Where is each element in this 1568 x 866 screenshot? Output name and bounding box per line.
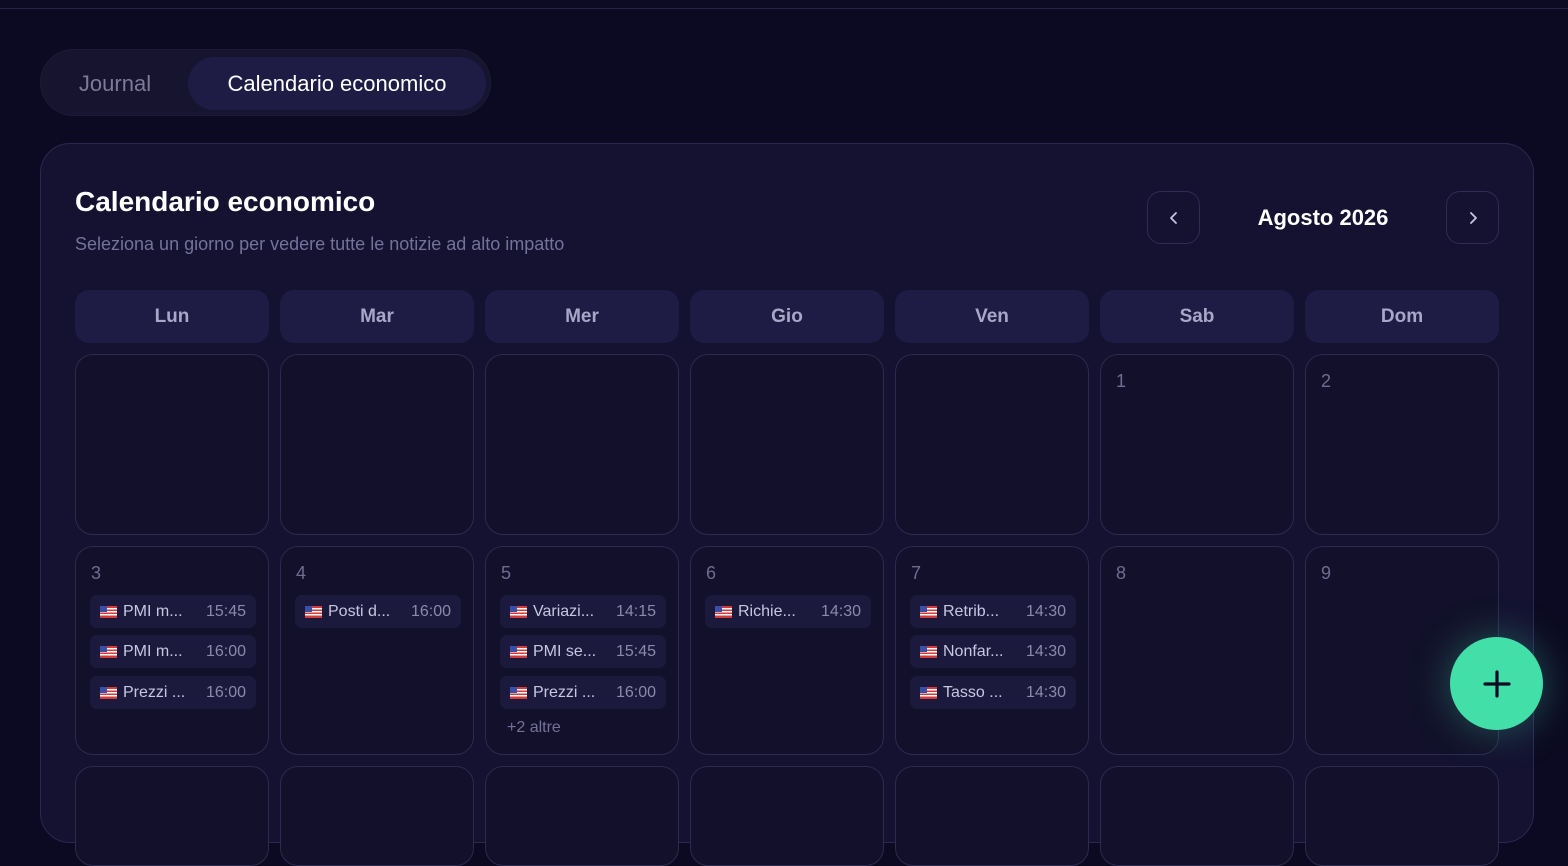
event-name: Posti d... bbox=[328, 603, 391, 620]
event-item[interactable]: Prezzi ... 16:00 bbox=[500, 676, 666, 709]
day-cell-empty bbox=[485, 354, 679, 535]
event-time: 16:00 bbox=[615, 684, 656, 701]
day-cell[interactable] bbox=[1100, 766, 1294, 866]
day-cell-6[interactable]: 6 Richie... 14:30 bbox=[690, 546, 884, 755]
us-flag-icon bbox=[920, 686, 937, 699]
day-cell-1[interactable]: 1 bbox=[1100, 354, 1294, 535]
day-cell-empty bbox=[280, 354, 474, 535]
event-item[interactable]: Posti d... 16:00 bbox=[295, 595, 461, 628]
view-tabs: Journal Calendario economico bbox=[40, 49, 491, 116]
day-number: 3 bbox=[91, 563, 102, 583]
us-flag-icon bbox=[510, 645, 527, 658]
day-cell[interactable] bbox=[485, 766, 679, 866]
day-cell-2[interactable]: 2 bbox=[1305, 354, 1499, 535]
event-name: Variazi... bbox=[533, 603, 595, 620]
us-flag-icon bbox=[510, 686, 527, 699]
chevron-left-icon bbox=[1169, 211, 1177, 224]
event-time: 14:30 bbox=[820, 603, 861, 620]
us-flag-icon bbox=[305, 605, 322, 618]
event-name: Nonfar... bbox=[943, 643, 1004, 660]
event-item[interactable]: Nonfar... 14:30 bbox=[910, 635, 1076, 668]
us-flag-icon bbox=[100, 645, 117, 658]
us-flag-icon bbox=[920, 605, 937, 618]
event-time: 16:00 bbox=[205, 684, 246, 701]
day-cell[interactable] bbox=[280, 766, 474, 866]
day-cell-7[interactable]: 7 Retrib... 14:30 Nonfar... 14:30 Tasso … bbox=[895, 546, 1089, 755]
event-time: 15:45 bbox=[615, 643, 656, 660]
card-title: Calendario economico bbox=[75, 186, 376, 217]
month-label: Agosto 2026 bbox=[1257, 205, 1389, 230]
tab-calendario-economico[interactable]: Calendario economico bbox=[188, 57, 486, 110]
us-flag-icon bbox=[715, 605, 732, 618]
event-item[interactable]: PMI se... 15:45 bbox=[500, 635, 666, 668]
day-cell-empty bbox=[895, 354, 1089, 535]
top-divider bbox=[0, 0, 1568, 9]
event-item[interactable]: Tasso ... 14:30 bbox=[910, 676, 1076, 709]
event-name: PMI m... bbox=[123, 603, 183, 620]
day-cell-3[interactable]: 3 PMI m... 15:45 PMI m... 16:00 Prezzi .… bbox=[75, 546, 269, 755]
day-number: 7 bbox=[911, 563, 922, 583]
event-item[interactable]: Retrib... 14:30 bbox=[910, 595, 1076, 628]
day-number: 5 bbox=[501, 563, 512, 583]
weekday-header: Mer bbox=[485, 290, 679, 343]
day-number: 1 bbox=[1116, 371, 1127, 391]
event-item[interactable]: PMI m... 15:45 bbox=[90, 595, 256, 628]
weekday-header: Sab bbox=[1100, 290, 1294, 343]
event-name: Retrib... bbox=[943, 603, 1000, 620]
event-name: Tasso ... bbox=[943, 684, 1003, 701]
event-item[interactable]: Prezzi ... 16:00 bbox=[90, 676, 256, 709]
calendar-card: Calendario economico Seleziona un giorno… bbox=[40, 143, 1534, 866]
day-number: 4 bbox=[296, 563, 307, 583]
day-number: 6 bbox=[706, 563, 717, 583]
us-flag-icon bbox=[510, 605, 527, 618]
day-cell[interactable] bbox=[1305, 766, 1499, 866]
us-flag-icon bbox=[100, 686, 117, 699]
day-number: 9 bbox=[1321, 563, 1332, 583]
more-events-link[interactable]: +2 altre bbox=[507, 719, 561, 737]
add-button[interactable] bbox=[1450, 637, 1543, 730]
weekday-header: Lun bbox=[75, 290, 269, 343]
day-cell-empty bbox=[75, 354, 269, 535]
day-cell[interactable] bbox=[690, 766, 884, 866]
event-time: 16:00 bbox=[205, 643, 246, 660]
day-cell[interactable] bbox=[895, 766, 1089, 866]
event-item[interactable]: Richie... 14:30 bbox=[705, 595, 871, 628]
weekday-header: Ven bbox=[895, 290, 1089, 343]
event-time: 15:45 bbox=[205, 603, 246, 620]
plus-icon bbox=[1482, 669, 1511, 698]
day-number: 2 bbox=[1321, 371, 1332, 391]
day-cell-4[interactable]: 4 Posti d... 16:00 bbox=[280, 546, 474, 755]
event-item[interactable]: PMI m... 16:00 bbox=[90, 635, 256, 668]
event-time: 16:00 bbox=[410, 603, 451, 620]
day-cell-empty bbox=[690, 354, 884, 535]
us-flag-icon bbox=[920, 645, 937, 658]
tab-journal[interactable]: Journal bbox=[55, 57, 175, 110]
event-name: PMI se... bbox=[533, 643, 597, 660]
day-cell-5[interactable]: 5 Variazi... 14:15 PMI se... 15:45 Prezz… bbox=[485, 546, 679, 755]
weekday-header: Dom bbox=[1305, 290, 1499, 343]
day-cell-8[interactable]: 8 bbox=[1100, 546, 1294, 755]
event-item[interactable]: Variazi... 14:15 bbox=[500, 595, 666, 628]
event-name: PMI m... bbox=[123, 643, 183, 660]
weekday-header: Gio bbox=[690, 290, 884, 343]
day-number: 8 bbox=[1116, 563, 1127, 583]
event-time: 14:15 bbox=[615, 603, 656, 620]
next-month-button[interactable] bbox=[1446, 191, 1499, 244]
event-name: Prezzi ... bbox=[533, 684, 596, 701]
day-cell[interactable] bbox=[75, 766, 269, 866]
event-time: 14:30 bbox=[1025, 684, 1066, 701]
event-name: Richie... bbox=[738, 603, 796, 620]
chevron-right-icon bbox=[1469, 211, 1477, 224]
event-name: Prezzi ... bbox=[123, 684, 186, 701]
prev-month-button[interactable] bbox=[1147, 191, 1200, 244]
us-flag-icon bbox=[100, 605, 117, 618]
event-time: 14:30 bbox=[1025, 643, 1066, 660]
card-subtitle: Seleziona un giorno per vedere tutte le … bbox=[75, 234, 565, 254]
weekday-header: Mar bbox=[280, 290, 474, 343]
event-time: 14:30 bbox=[1025, 603, 1066, 620]
